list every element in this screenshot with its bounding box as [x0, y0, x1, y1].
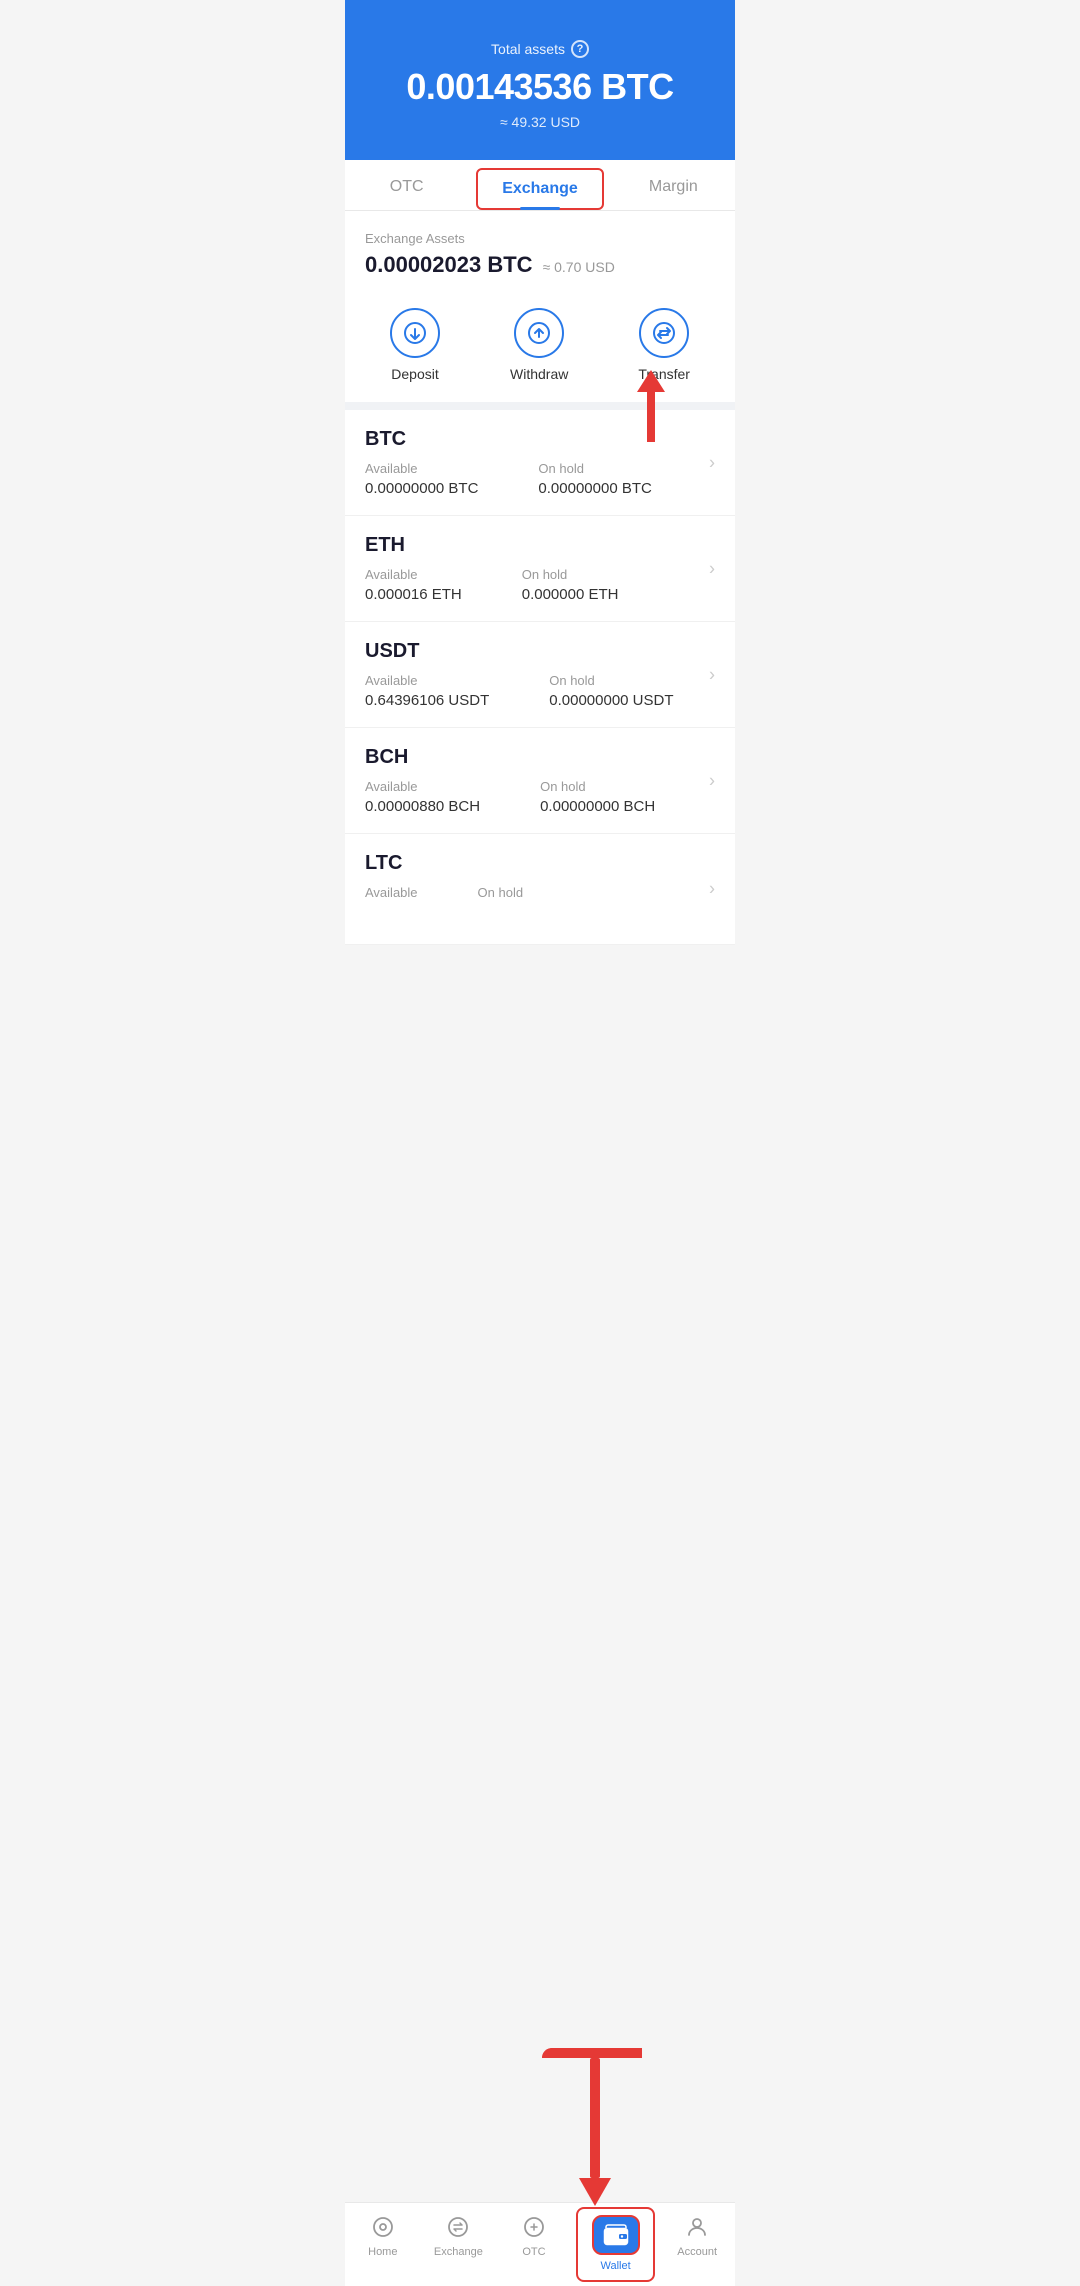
help-icon[interactable]: ? [571, 40, 589, 58]
btc-onhold-label: On hold [538, 461, 651, 476]
home-icon [369, 2213, 397, 2241]
nav-home[interactable]: Home [345, 2203, 421, 2286]
otc-nav-label: OTC [522, 2246, 545, 2258]
wallet-icon [592, 2215, 640, 2255]
transfer-icon [639, 308, 689, 358]
bch-onhold-label: On hold [540, 779, 655, 794]
tab-margin[interactable]: Margin [612, 160, 735, 210]
ltc-onhold-label: On hold [478, 885, 524, 900]
withdraw-icon [514, 308, 564, 358]
eth-onhold-label: On hold [522, 567, 619, 582]
arrow-annotation-transfer [637, 370, 665, 442]
coin-item-btc[interactable]: BTC Available 0.00000000 BTC On hold 0.0… [345, 410, 735, 516]
total-btc-amount: 0.00143536 BTC [365, 66, 715, 108]
deposit-button[interactable]: Deposit [390, 308, 440, 382]
coin-name-ltc: LTC [365, 852, 715, 875]
coin-item-ltc[interactable]: LTC Available On hold › [345, 834, 735, 945]
usdt-chevron-icon: › [709, 664, 715, 685]
coin-item-usdt[interactable]: USDT Available 0.64396106 USDT On hold 0… [345, 622, 735, 728]
tabs-container: OTC Exchange Margin [345, 160, 735, 211]
tab-exchange[interactable]: Exchange [476, 168, 603, 210]
nav-wallet[interactable]: Wallet [576, 2207, 656, 2282]
header-section: Total assets ? 0.00143536 BTC ≈ 49.32 US… [345, 0, 735, 160]
bch-onhold-value: 0.00000000 BCH [540, 798, 655, 815]
tab-otc[interactable]: OTC [345, 160, 468, 210]
coin-name-bch: BCH [365, 746, 715, 769]
arrow-up-head [637, 370, 665, 392]
usdt-available-label: Available [365, 673, 489, 688]
exchange-assets-section: Exchange Assets 0.00002023 BTC ≈ 0.70 US… [345, 211, 735, 288]
bch-available-value: 0.00000880 BCH [365, 798, 480, 815]
big-arrow [542, 2048, 647, 2206]
home-nav-label: Home [368, 2246, 397, 2258]
otc-icon [520, 2213, 548, 2241]
eth-available-value: 0.000016 ETH [365, 586, 462, 603]
btc-chevron-icon: › [709, 452, 715, 473]
nav-exchange[interactable]: Exchange [421, 2203, 497, 2286]
wallet-nav-label: Wallet [601, 2260, 631, 2272]
btc-available-value: 0.00000000 BTC [365, 480, 478, 497]
btc-available-label: Available [365, 461, 478, 476]
ltc-available-label: Available [365, 885, 418, 900]
exchange-assets-amount: 0.00002023 BTC ≈ 0.70 USD [365, 252, 715, 278]
exchange-nav-label: Exchange [434, 2246, 483, 2258]
withdraw-label: Withdraw [510, 366, 568, 382]
exchange-assets-label: Exchange Assets [365, 231, 715, 246]
deposit-label: Deposit [391, 366, 438, 382]
usdt-onhold-label: On hold [549, 673, 673, 688]
nav-otc[interactable]: OTC [496, 2203, 572, 2286]
arrow-stem [590, 2058, 600, 2178]
deposit-icon [390, 308, 440, 358]
nav-account[interactable]: Account [659, 2203, 735, 2286]
coin-item-eth[interactable]: ETH Available 0.000016 ETH On hold 0.000… [345, 516, 735, 622]
btc-onhold-value: 0.00000000 BTC [538, 480, 651, 497]
usdt-onhold-value: 0.00000000 USDT [549, 692, 673, 709]
coin-name-usdt: USDT [365, 640, 715, 663]
coin-item-bch[interactable]: BCH Available 0.00000880 BCH On hold 0.0… [345, 728, 735, 834]
arrow-up-stem [647, 392, 655, 442]
ltc-chevron-icon: › [709, 879, 715, 900]
action-buttons-section: Deposit Withdraw Transfer [345, 288, 735, 410]
bch-chevron-icon: › [709, 770, 715, 791]
bottom-nav: Home Exchange OTC Walle [345, 2202, 735, 2286]
arrow-curve [542, 2048, 642, 2058]
total-usd-amount: ≈ 49.32 USD [365, 114, 715, 130]
exchange-icon [444, 2213, 472, 2241]
usdt-available-value: 0.64396106 USDT [365, 692, 489, 709]
eth-available-label: Available [365, 567, 462, 582]
bch-available-label: Available [365, 779, 480, 794]
coin-list: BTC Available 0.00000000 BTC On hold 0.0… [345, 410, 735, 945]
exchange-assets-usd: ≈ 0.70 USD [543, 259, 615, 275]
withdraw-button[interactable]: Withdraw [510, 308, 568, 382]
coin-name-eth: ETH [365, 534, 715, 557]
eth-chevron-icon: › [709, 558, 715, 579]
account-nav-label: Account [677, 2246, 717, 2258]
account-icon [683, 2213, 711, 2241]
eth-onhold-value: 0.000000 ETH [522, 586, 619, 603]
total-assets-label: Total assets ? [365, 40, 715, 58]
